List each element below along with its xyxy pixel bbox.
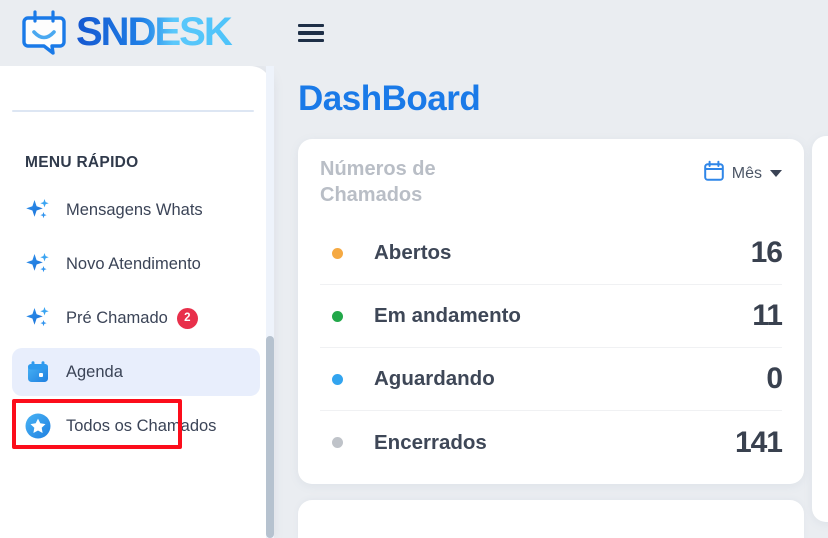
status-dot — [332, 373, 343, 385]
hamburger-menu-icon[interactable] — [298, 22, 324, 44]
sidebar-item-mensagens-whats[interactable]: Mensagens Whats — [12, 186, 260, 234]
card-title: Números de Chamados — [320, 158, 436, 206]
sidebar-item-agenda[interactable]: Agenda — [12, 348, 260, 396]
period-filter-dropdown[interactable]: Mês — [703, 157, 782, 187]
sidebar-item-label: Mensagens Whats — [66, 200, 203, 219]
sidebar-item-label: Todos os Chamados — [66, 416, 217, 435]
hamburger-bar — [298, 38, 324, 42]
main-content: DashBoard Números de Chamados Mês Aberto… — [272, 66, 828, 538]
sparkle-icon — [24, 196, 52, 224]
stat-value: 16 — [750, 236, 783, 270]
sidebar-item-todos-os-chamados[interactable]: Todos os Chamados — [12, 402, 260, 450]
sidebar-item-novo-atendimento[interactable]: Novo Atendimento — [12, 240, 260, 288]
next-card-partial — [298, 500, 804, 538]
star-circle-icon — [24, 412, 52, 440]
stat-row-em-andamento[interactable]: Em andamento 11 — [320, 285, 783, 349]
status-dot — [332, 437, 343, 449]
cards-row: Números de Chamados Mês Abertos 16 Em an… — [298, 139, 828, 485]
sidebar-item-label: Novo Atendimento — [66, 254, 201, 273]
calendar-chat-smile-logo-icon — [22, 10, 66, 55]
stat-row-aguardando[interactable]: Aguardando 0 — [320, 348, 783, 412]
sidebar-item-badge: 2 — [176, 307, 198, 329]
stat-row-encerrados[interactable]: Encerrados 141 — [320, 411, 783, 474]
calendar-icon — [703, 160, 725, 187]
stat-label: Em andamento — [374, 304, 521, 328]
stat-label: Abertos — [374, 241, 452, 265]
adjacent-card-partial — [812, 136, 828, 522]
stat-label: Aguardando — [374, 367, 495, 391]
calendar-icon — [24, 358, 52, 386]
chevron-down-icon — [770, 170, 782, 177]
sidebar-item-pre-chamado[interactable]: Pré Chamado 2 — [12, 294, 260, 342]
stat-value: 0 — [766, 362, 783, 396]
sidebar-item-label: Agenda — [66, 362, 123, 381]
numeros-de-chamados-card: Números de Chamados Mês Abertos 16 Em an… — [298, 139, 804, 485]
stat-value: 141 — [734, 425, 783, 459]
page-title: DashBoard — [298, 79, 481, 118]
status-dot — [332, 247, 343, 259]
card-header: Números de Chamados Mês — [320, 157, 782, 208]
stat-value: 11 — [752, 299, 783, 333]
sidebar-divider — [12, 110, 254, 112]
sparkle-icon — [24, 304, 52, 332]
top-bar: SNDESK — [0, 0, 828, 66]
stat-row-abertos[interactable]: Abertos 16 — [320, 222, 783, 286]
brand-wordmark: SNDESK — [76, 11, 235, 54]
sidebar-item-label: Pré Chamado — [66, 308, 168, 327]
stat-list: Abertos 16 Em andamento 11 Aguardando 0 … — [320, 222, 783, 474]
stat-label: Encerrados — [374, 430, 487, 454]
status-dot — [332, 310, 343, 322]
period-label: Mês — [731, 164, 762, 182]
sparkle-icon — [24, 250, 52, 278]
sidebar-scrollbar-thumb[interactable] — [266, 336, 274, 538]
hamburger-bar — [298, 31, 324, 35]
hamburger-bar — [298, 24, 324, 28]
sidebar: MENU RÁPIDO Mensagens Whats Novo Atendim… — [0, 66, 272, 538]
sidebar-heading: MENU RÁPIDO — [25, 154, 139, 171]
svg-text:SNDESK: SNDESK — [76, 11, 233, 54]
sidebar-menu-list: Mensagens Whats Novo Atendimento Pré Cha… — [0, 186, 272, 450]
brand-logo[interactable]: SNDESK — [18, 8, 276, 58]
